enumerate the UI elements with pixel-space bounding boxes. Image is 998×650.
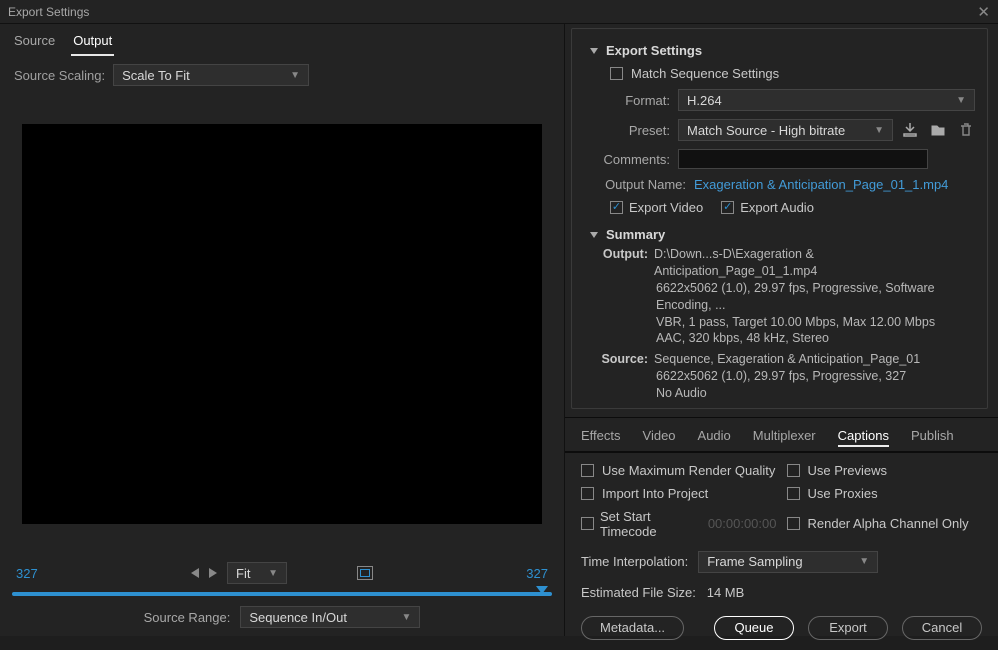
- export-audio-checkbox[interactable]: [721, 201, 734, 214]
- right-panel: Export Settings Match Sequence Settings …: [565, 24, 998, 636]
- use-proxies-checkbox[interactable]: [787, 487, 800, 500]
- tab-audio[interactable]: Audio: [698, 426, 731, 447]
- preview-video: [22, 124, 542, 524]
- summary-output-2: VBR, 1 pass, Target 10.00 Mbps, Max 12.0…: [656, 314, 975, 331]
- match-sequence-checkbox[interactable]: [610, 67, 623, 80]
- title-bar: Export Settings ✕: [0, 0, 998, 24]
- chevron-down-icon: ▼: [874, 125, 884, 136]
- source-range-label: Source Range:: [144, 610, 231, 625]
- caret-down-icon: [590, 48, 598, 54]
- save-preset-icon[interactable]: [901, 121, 919, 139]
- export-video-checkbox[interactable]: [610, 201, 623, 214]
- est-size-label: Estimated File Size:: [581, 585, 696, 600]
- output-name-link[interactable]: Exageration & Anticipation_Page_01_1.mp4: [694, 177, 948, 192]
- source-scaling-row: Source Scaling: Scale To Fit ▼: [0, 56, 564, 94]
- cancel-button[interactable]: Cancel: [902, 616, 982, 640]
- import-project-label: Import Into Project: [602, 486, 708, 501]
- tab-effects[interactable]: Effects: [581, 426, 621, 447]
- tab-publish[interactable]: Publish: [911, 426, 954, 447]
- summary-output-3: AAC, 320 kbps, 48 kHz, Stereo: [656, 330, 975, 347]
- comments-input[interactable]: [678, 149, 928, 169]
- slider-handle-out[interactable]: [536, 586, 548, 594]
- alpha-only-label: Render Alpha Channel Only: [808, 516, 969, 531]
- timeline-slider[interactable]: [0, 584, 564, 600]
- use-previews-label: Use Previews: [808, 463, 887, 478]
- export-settings-box: Export Settings Match Sequence Settings …: [571, 28, 988, 409]
- chevron-down-icon: ▼: [268, 568, 278, 579]
- tab-source[interactable]: Source: [12, 27, 57, 56]
- safe-margins-icon[interactable]: [357, 566, 373, 580]
- export-settings-header[interactable]: Export Settings: [590, 39, 975, 62]
- import-project-checkbox[interactable]: [581, 487, 594, 500]
- summary-source-1: 6622x5062 (1.0), 29.97 fps, Progressive,…: [656, 368, 975, 385]
- use-previews-checkbox[interactable]: [787, 464, 800, 477]
- summary-source-0: Sequence, Exageration & Anticipation_Pag…: [654, 351, 975, 368]
- start-timecode-checkbox[interactable]: [581, 517, 594, 530]
- queue-button[interactable]: Queue: [714, 616, 794, 640]
- tab-video[interactable]: Video: [643, 426, 676, 447]
- main: Source Output Source Scaling: Scale To F…: [0, 24, 998, 636]
- window-title: Export Settings: [8, 5, 89, 19]
- zoom-select[interactable]: Fit ▼: [227, 562, 287, 584]
- start-timecode-value: 00:00:00:00: [708, 516, 777, 531]
- chevron-down-icon: ▼: [956, 95, 966, 106]
- start-timecode-label: Set Start Timecode: [600, 509, 702, 539]
- alpha-only-checkbox[interactable]: [787, 517, 800, 530]
- export-audio-label: Export Audio: [740, 200, 814, 215]
- summary-source-label: Source:: [600, 351, 648, 368]
- max-quality-label: Use Maximum Render Quality: [602, 463, 775, 478]
- output-name-label: Output Name:: [590, 177, 686, 192]
- summary-output-1: 6622x5062 (1.0), 29.97 fps, Progressive,…: [656, 280, 975, 314]
- chevron-down-icon: ▼: [859, 556, 869, 567]
- time-interp-select[interactable]: Frame Sampling ▼: [698, 551, 878, 573]
- source-scaling-label: Source Scaling:: [14, 68, 105, 83]
- left-panel: Source Output Source Scaling: Scale To F…: [0, 24, 565, 636]
- est-size-value: 14 MB: [707, 585, 745, 600]
- preview-controls: 327 Fit ▼ 327: [0, 554, 564, 584]
- format-select[interactable]: H.264 ▼: [678, 89, 975, 111]
- match-sequence-label: Match Sequence Settings: [631, 66, 779, 81]
- timecode-out[interactable]: 327: [526, 566, 548, 581]
- delete-preset-icon[interactable]: [957, 121, 975, 139]
- step-fwd-icon[interactable]: [209, 568, 217, 578]
- export-tabs: Effects Video Audio Multiplexer Captions…: [565, 417, 998, 452]
- export-button[interactable]: Export: [808, 616, 888, 640]
- use-proxies-label: Use Proxies: [808, 486, 878, 501]
- tab-output[interactable]: Output: [71, 27, 114, 56]
- left-tab-bar: Source Output: [0, 24, 564, 56]
- time-interp-label: Time Interpolation:: [581, 554, 688, 569]
- export-video-label: Export Video: [629, 200, 703, 215]
- summary-header[interactable]: Summary: [590, 223, 975, 246]
- caret-down-icon: [590, 232, 598, 238]
- button-row: Metadata... Queue Export Cancel: [565, 606, 998, 650]
- source-range-select[interactable]: Sequence In/Out ▼: [240, 606, 420, 628]
- bottom-options: Use Maximum Render Quality Use Previews …: [565, 452, 998, 606]
- source-range-row: Source Range: Sequence In/Out ▼: [0, 600, 564, 636]
- metadata-button[interactable]: Metadata...: [581, 616, 684, 640]
- summary-output-label: Output:: [600, 246, 648, 280]
- close-icon[interactable]: ✕: [977, 3, 990, 21]
- tab-multiplexer[interactable]: Multiplexer: [753, 426, 816, 447]
- chevron-down-icon: ▼: [401, 612, 411, 623]
- summary-block: Output: D:\Down...s-D\Exageration & Anti…: [590, 246, 975, 402]
- step-back-icon[interactable]: [191, 568, 199, 578]
- summary-source-2: No Audio: [656, 385, 975, 402]
- timecode-in[interactable]: 327: [16, 566, 38, 581]
- max-quality-checkbox[interactable]: [581, 464, 594, 477]
- preset-select[interactable]: Match Source - High bitrate ▼: [678, 119, 893, 141]
- tab-captions[interactable]: Captions: [838, 426, 889, 447]
- preset-label: Preset:: [590, 123, 670, 138]
- chevron-down-icon: ▼: [290, 70, 300, 81]
- format-label: Format:: [590, 93, 670, 108]
- source-scaling-select[interactable]: Scale To Fit ▼: [113, 64, 309, 86]
- comments-label: Comments:: [590, 152, 670, 167]
- import-preset-icon[interactable]: [929, 121, 947, 139]
- preview-area: [0, 94, 564, 554]
- summary-output-0: D:\Down...s-D\Exageration & Anticipation…: [654, 246, 975, 280]
